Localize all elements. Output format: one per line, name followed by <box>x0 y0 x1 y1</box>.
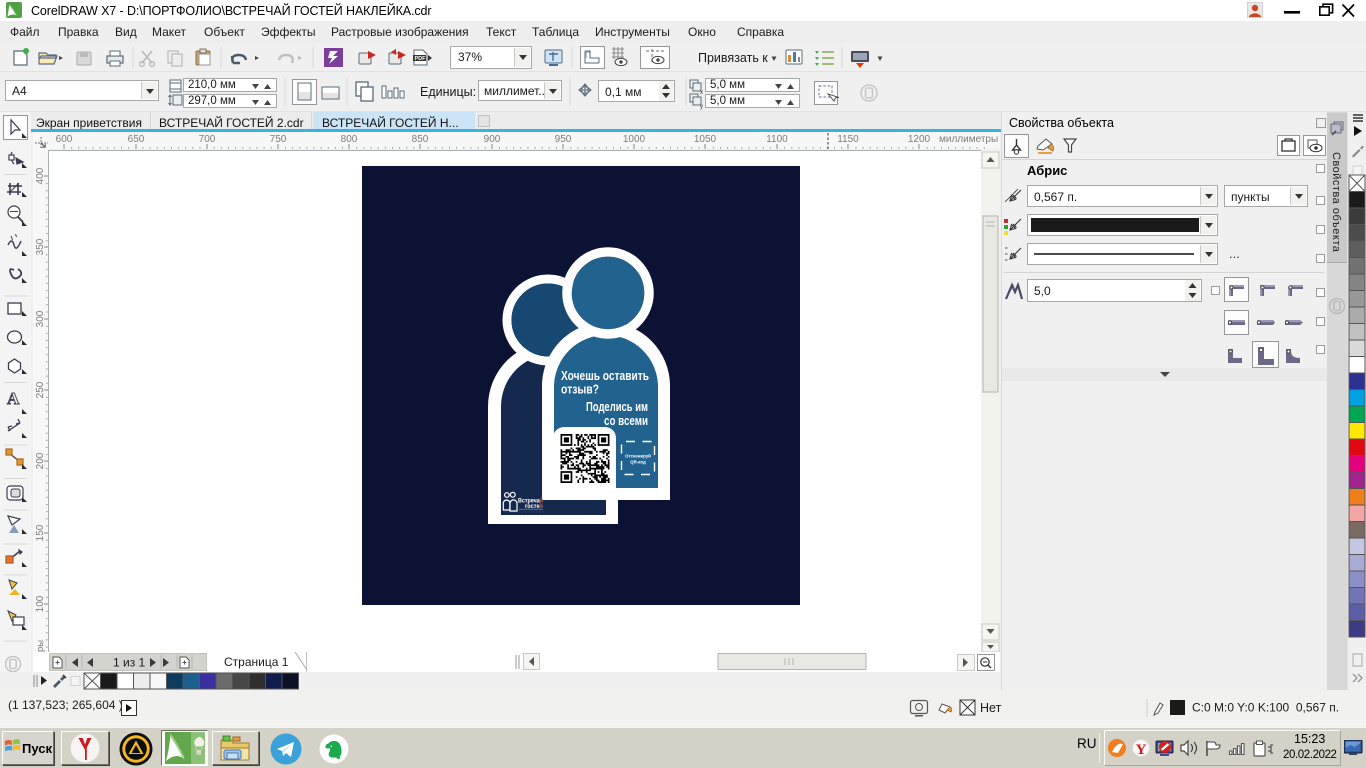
svg-text:миллиметры: миллиметры <box>939 134 998 145</box>
svg-text:Нет: Нет <box>980 701 1002 715</box>
svg-text:1 из 1: 1 из 1 <box>113 656 146 670</box>
svg-text:Единицы:: Единицы: <box>420 85 476 99</box>
svg-text:Поделись им: Поделись им <box>586 400 648 414</box>
svg-text:900: 900 <box>484 134 501 145</box>
svg-text:1000: 1000 <box>623 134 646 145</box>
svg-text:1150: 1150 <box>837 134 859 145</box>
svg-text:QR-код: QR-код <box>630 460 646 465</box>
svg-text:Страница 1: Страница 1 <box>224 655 289 669</box>
svg-text:Y: Y <box>1136 742 1147 758</box>
svg-text:1200: 1200 <box>908 134 931 145</box>
svg-text:Хочешь оставить: Хочешь оставить <box>561 369 649 383</box>
svg-text:C:0 M:0 Y:0 K:100 0,567 п.: C:0 M:0 Y:0 K:100 0,567 п. <box>1192 701 1339 715</box>
svg-text:гостей: гостей <box>525 502 543 510</box>
svg-text:отзыв?: отзыв? <box>561 383 599 397</box>
svg-text:1100: 1100 <box>766 134 788 145</box>
svg-text:650: 650 <box>128 134 145 145</box>
svg-text:со всеми: со всеми <box>604 414 648 428</box>
svg-text:800: 800 <box>341 134 358 145</box>
svg-text:1050: 1050 <box>694 134 717 145</box>
svg-text:600: 600 <box>56 134 73 145</box>
svg-text:850: 850 <box>412 134 429 145</box>
svg-text:700: 700 <box>199 134 216 145</box>
svg-text:950: 950 <box>555 134 572 145</box>
svg-text:Отсканируй: Отсканируй <box>625 454 651 459</box>
svg-text:y: y <box>700 104 703 110</box>
svg-text:Привязать к: Привязать к <box>698 51 768 65</box>
svg-text:PDF: PDF <box>415 56 427 62</box>
svg-text:A: A <box>7 389 20 408</box>
svg-text:750: 750 <box>270 134 287 145</box>
svg-text:x: x <box>700 90 703 96</box>
